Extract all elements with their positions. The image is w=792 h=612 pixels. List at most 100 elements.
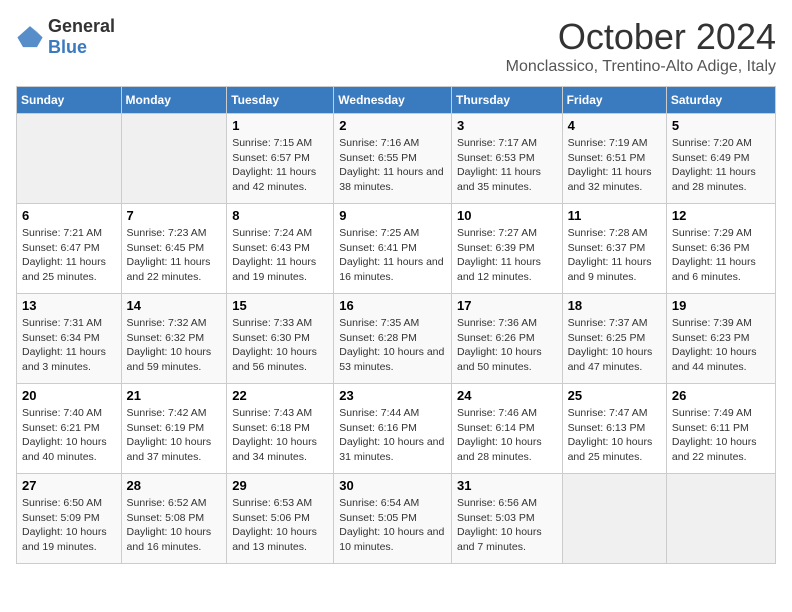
sunrise-label: Sunrise: 7:17 AM [457,137,537,149]
day-number: 4 [568,118,661,133]
cell-week2-day3: 9 Sunrise: 7:25 AM Sunset: 6:41 PM Dayli… [334,204,452,294]
cell-week4-day3: 23 Sunrise: 7:44 AM Sunset: 6:16 PM Dayl… [334,384,452,474]
cell-week2-day0: 6 Sunrise: 7:21 AM Sunset: 6:47 PM Dayli… [17,204,122,294]
day-info: Sunrise: 7:29 AM Sunset: 6:36 PM Dayligh… [672,226,770,285]
sunset-label: Sunset: 6:36 PM [672,242,750,254]
cell-week3-day4: 17 Sunrise: 7:36 AM Sunset: 6:26 PM Dayl… [451,294,562,384]
day-info: Sunrise: 7:33 AM Sunset: 6:30 PM Dayligh… [232,316,328,375]
day-number: 13 [22,298,116,313]
day-number: 23 [339,388,446,403]
sunrise-label: Sunrise: 6:53 AM [232,497,312,509]
day-info: Sunrise: 6:52 AM Sunset: 5:08 PM Dayligh… [127,496,222,555]
cell-week3-day3: 16 Sunrise: 7:35 AM Sunset: 6:28 PM Dayl… [334,294,452,384]
daylight-label: Daylight: 10 hours and 16 minutes. [127,526,212,553]
sunrise-label: Sunrise: 6:56 AM [457,497,537,509]
day-number: 8 [232,208,328,223]
cell-week2-day2: 8 Sunrise: 7:24 AM Sunset: 6:43 PM Dayli… [227,204,334,294]
header-friday: Friday [562,87,666,114]
daylight-label: Daylight: 10 hours and 25 minutes. [568,436,653,463]
sunset-label: Sunset: 6:11 PM [672,422,749,434]
sunrise-label: Sunrise: 6:52 AM [127,497,207,509]
day-info: Sunrise: 7:17 AM Sunset: 6:53 PM Dayligh… [457,136,557,195]
day-info: Sunrise: 7:46 AM Sunset: 6:14 PM Dayligh… [457,406,557,465]
daylight-label: Daylight: 11 hours and 38 minutes. [339,166,443,193]
day-info: Sunrise: 7:32 AM Sunset: 6:32 PM Dayligh… [127,316,222,375]
cell-week2-day6: 12 Sunrise: 7:29 AM Sunset: 6:36 PM Dayl… [666,204,775,294]
cell-week2-day5: 11 Sunrise: 7:28 AM Sunset: 6:37 PM Dayl… [562,204,666,294]
sunrise-label: Sunrise: 7:21 AM [22,227,102,239]
sunrise-label: Sunrise: 7:37 AM [568,317,648,329]
calendar-header-row: SundayMondayTuesdayWednesdayThursdayFrid… [17,87,776,114]
sunset-label: Sunset: 6:57 PM [232,152,310,164]
cell-week4-day6: 26 Sunrise: 7:49 AM Sunset: 6:11 PM Dayl… [666,384,775,474]
day-info: Sunrise: 7:43 AM Sunset: 6:18 PM Dayligh… [232,406,328,465]
day-number: 15 [232,298,328,313]
calendar-table: SundayMondayTuesdayWednesdayThursdayFrid… [16,86,776,564]
day-info: Sunrise: 7:47 AM Sunset: 6:13 PM Dayligh… [568,406,661,465]
daylight-label: Daylight: 11 hours and 25 minutes. [22,256,106,283]
sunset-label: Sunset: 6:14 PM [457,422,535,434]
day-number: 5 [672,118,770,133]
location-title: Monclassico, Trentino-Alto Adige, Italy [506,58,776,76]
day-number: 18 [568,298,661,313]
sunset-label: Sunset: 6:47 PM [22,242,100,254]
day-info: Sunrise: 7:15 AM Sunset: 6:57 PM Dayligh… [232,136,328,195]
week-row-1: 1 Sunrise: 7:15 AM Sunset: 6:57 PM Dayli… [17,114,776,204]
sunset-label: Sunset: 6:25 PM [568,332,646,344]
header-monday: Monday [121,87,227,114]
logo-blue: Blue [48,37,87,57]
daylight-label: Daylight: 11 hours and 22 minutes. [127,256,211,283]
cell-week1-day5: 4 Sunrise: 7:19 AM Sunset: 6:51 PM Dayli… [562,114,666,204]
day-number: 20 [22,388,116,403]
sunrise-label: Sunrise: 7:16 AM [339,137,419,149]
logo-icon [16,23,44,51]
day-info: Sunrise: 6:54 AM Sunset: 5:05 PM Dayligh… [339,496,446,555]
sunrise-label: Sunrise: 7:19 AM [568,137,648,149]
cell-week5-day5 [562,474,666,564]
sunrise-label: Sunrise: 7:40 AM [22,407,102,419]
sunrise-label: Sunrise: 7:27 AM [457,227,537,239]
day-info: Sunrise: 7:49 AM Sunset: 6:11 PM Dayligh… [672,406,770,465]
daylight-label: Daylight: 11 hours and 32 minutes. [568,166,652,193]
daylight-label: Daylight: 11 hours and 19 minutes. [232,256,316,283]
daylight-label: Daylight: 11 hours and 3 minutes. [22,346,106,373]
sunset-label: Sunset: 6:21 PM [22,422,100,434]
day-info: Sunrise: 7:21 AM Sunset: 6:47 PM Dayligh… [22,226,116,285]
sunrise-label: Sunrise: 7:24 AM [232,227,312,239]
cell-week1-day2: 1 Sunrise: 7:15 AM Sunset: 6:57 PM Dayli… [227,114,334,204]
sunrise-label: Sunrise: 7:42 AM [127,407,207,419]
day-info: Sunrise: 6:50 AM Sunset: 5:09 PM Dayligh… [22,496,116,555]
day-number: 14 [127,298,222,313]
cell-week3-day6: 19 Sunrise: 7:39 AM Sunset: 6:23 PM Dayl… [666,294,775,384]
cell-week3-day2: 15 Sunrise: 7:33 AM Sunset: 6:30 PM Dayl… [227,294,334,384]
day-number: 19 [672,298,770,313]
sunset-label: Sunset: 6:45 PM [127,242,205,254]
week-row-3: 13 Sunrise: 7:31 AM Sunset: 6:34 PM Dayl… [17,294,776,384]
sunset-label: Sunset: 6:49 PM [672,152,750,164]
sunset-label: Sunset: 6:16 PM [339,422,417,434]
daylight-label: Daylight: 10 hours and 50 minutes. [457,346,542,373]
sunset-label: Sunset: 5:09 PM [22,512,100,524]
day-info: Sunrise: 7:27 AM Sunset: 6:39 PM Dayligh… [457,226,557,285]
day-number: 31 [457,478,557,493]
sunrise-label: Sunrise: 7:49 AM [672,407,752,419]
sunrise-label: Sunrise: 6:50 AM [22,497,102,509]
day-info: Sunrise: 7:20 AM Sunset: 6:49 PM Dayligh… [672,136,770,195]
sunset-label: Sunset: 6:37 PM [568,242,646,254]
week-row-4: 20 Sunrise: 7:40 AM Sunset: 6:21 PM Dayl… [17,384,776,474]
day-info: Sunrise: 7:42 AM Sunset: 6:19 PM Dayligh… [127,406,222,465]
sunrise-label: Sunrise: 7:23 AM [127,227,207,239]
cell-week3-day5: 18 Sunrise: 7:37 AM Sunset: 6:25 PM Dayl… [562,294,666,384]
daylight-label: Daylight: 10 hours and 22 minutes. [672,436,757,463]
sunset-label: Sunset: 6:23 PM [672,332,750,344]
cell-week5-day6 [666,474,775,564]
daylight-label: Daylight: 10 hours and 13 minutes. [232,526,317,553]
daylight-label: Daylight: 10 hours and 37 minutes. [127,436,212,463]
day-number: 10 [457,208,557,223]
day-info: Sunrise: 7:24 AM Sunset: 6:43 PM Dayligh… [232,226,328,285]
sunset-label: Sunset: 5:06 PM [232,512,310,524]
sunset-label: Sunset: 6:43 PM [232,242,310,254]
cell-week1-day0 [17,114,122,204]
day-info: Sunrise: 7:31 AM Sunset: 6:34 PM Dayligh… [22,316,116,375]
day-info: Sunrise: 7:39 AM Sunset: 6:23 PM Dayligh… [672,316,770,375]
